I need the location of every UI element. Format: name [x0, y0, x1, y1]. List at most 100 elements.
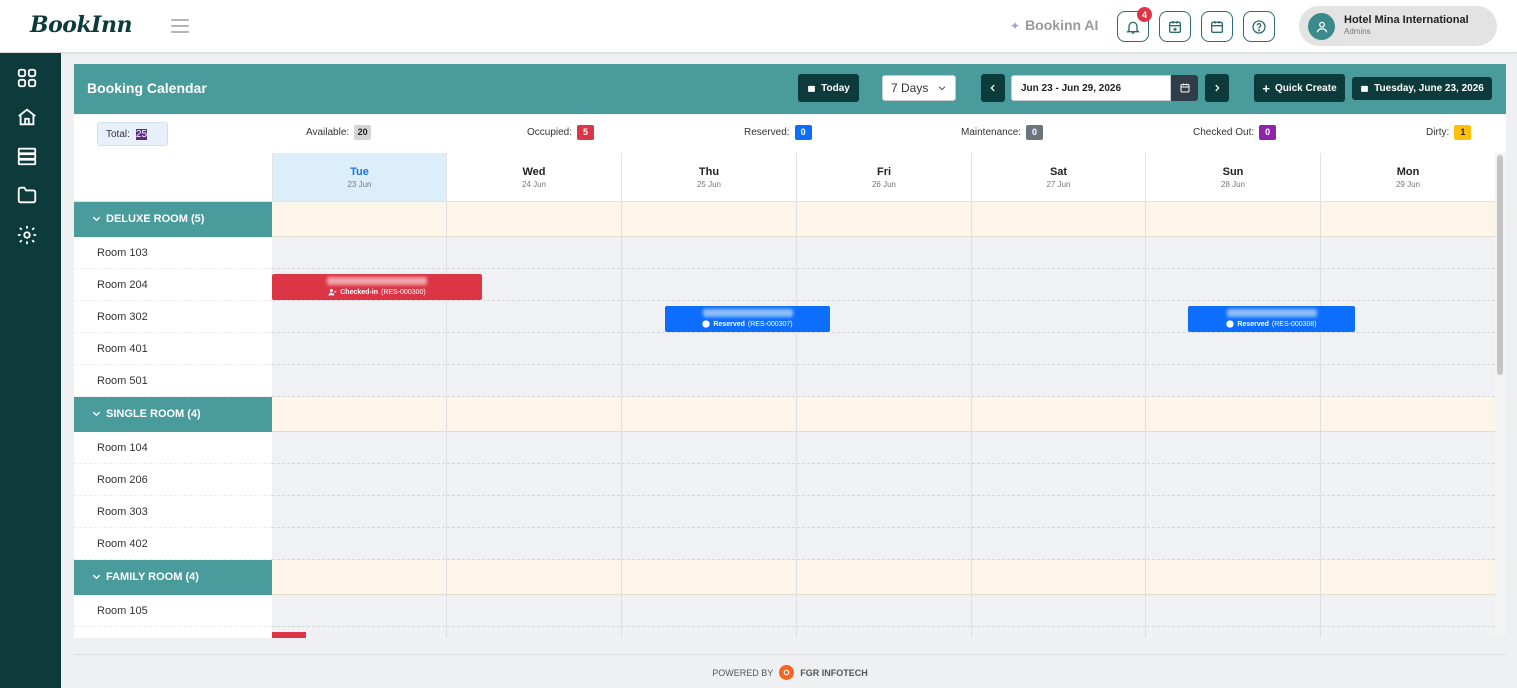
calendar-plus-icon	[1169, 20, 1181, 33]
chevron-down-icon	[92, 574, 101, 580]
room-row-cells[interactable]	[272, 627, 1495, 638]
next-week-button[interactable]	[1205, 74, 1229, 102]
stat-occupied-label: Occupied:	[527, 127, 573, 138]
sidebar	[0, 53, 61, 688]
stat-occupied[interactable]: Occupied: 5	[527, 125, 595, 140]
room-row-cells[interactable]	[272, 333, 1495, 365]
room-label: Room 402	[74, 528, 272, 560]
server-icon	[17, 147, 37, 166]
day-divider	[621, 202, 622, 638]
current-date-button[interactable]: Tuesday, June 23, 2026	[1352, 77, 1492, 100]
room-group-family[interactable]: FAMILY ROOM (4)	[74, 560, 272, 595]
menu-toggle-icon[interactable]	[171, 19, 189, 33]
day-name: Mon	[1396, 166, 1420, 178]
room-row-cells[interactable]	[272, 464, 1495, 496]
help-button[interactable]	[1243, 11, 1275, 42]
range-select[interactable]: 7 Days	[882, 75, 956, 101]
booking-reserved[interactable]: Reserved (RES-000308)	[1188, 306, 1355, 332]
stat-maintenance[interactable]: Maintenance: 0	[961, 125, 1044, 140]
user-menu[interactable]: Hotel Mina International Admins	[1299, 6, 1497, 46]
room-label: Room 104	[74, 432, 272, 464]
day-divider	[446, 202, 447, 638]
stat-checked-out[interactable]: Checked Out: 0	[1193, 125, 1277, 140]
calendar-toolbar: Booking Calendar Today 7 Days Jun 23 - J…	[74, 64, 1506, 114]
add-booking-button[interactable]	[1159, 11, 1191, 42]
booking-ref: (RES-000300)	[380, 288, 426, 296]
quick-create-button[interactable]: + Quick Create	[1254, 74, 1345, 102]
booking-reserved[interactable]: Reserved (RES-000307)	[665, 306, 830, 332]
group-row-cells	[272, 560, 1495, 595]
stats-bar: Total: 25 Available: 20 Occupied: 5 Rese…	[74, 115, 1506, 153]
day-divider	[1145, 202, 1146, 638]
sidebar-item-list[interactable]	[16, 145, 38, 167]
notification-count-badge: 4	[1137, 7, 1152, 22]
day-name: Wed	[522, 166, 546, 178]
user-name: Hotel Mina International	[1344, 14, 1469, 26]
room-row-cells[interactable]	[272, 595, 1495, 627]
day-date: 28 Jun	[1220, 180, 1246, 189]
room-group-single[interactable]: SINGLE ROOM (4)	[74, 397, 272, 432]
clock-icon	[1226, 320, 1235, 328]
room-row-cells[interactable]	[272, 365, 1495, 397]
day-header-sat: Sat 27 Jun	[971, 153, 1145, 202]
calendar-button[interactable]	[1201, 11, 1233, 42]
calendar-scrollbar[interactable]	[1495, 153, 1506, 638]
stat-occupied-badge: 5	[577, 125, 595, 140]
quick-create-label: Quick Create	[1274, 82, 1337, 94]
ai-label: Bookinn AI	[1025, 17, 1099, 33]
date-picker-button[interactable]	[1171, 75, 1198, 101]
booking-status: Reserved	[713, 320, 745, 328]
day-header-tue: Tue 23 Jun	[272, 153, 446, 202]
stat-reserved-label: Reserved:	[744, 127, 790, 138]
today-label: Today	[821, 82, 850, 94]
stat-available[interactable]: Available: 20	[306, 125, 372, 140]
scrollbar-thumb[interactable]	[1497, 155, 1503, 375]
bookinn-ai-link[interactable]: ✦ Bookinn AI	[1010, 17, 1098, 33]
day-name: Sun	[1222, 166, 1244, 178]
stat-total-badge: 25	[135, 128, 148, 140]
bell-icon	[1126, 21, 1140, 34]
group-label-text: FAMILY ROOM (4)	[106, 571, 199, 583]
group-label-text: SINGLE ROOM (4)	[106, 408, 201, 420]
booking-calendar-grid: Tue 23 Jun Wed 24 Jun Thu 25 Jun Fri 26 …	[74, 153, 1495, 638]
day-date: 26 Jun	[871, 180, 897, 189]
stat-dirty-badge: 1	[1454, 125, 1472, 140]
fgr-logo-icon	[779, 665, 795, 680]
day-divider	[796, 202, 797, 638]
day-header-fri: Fri 26 Jun	[796, 153, 971, 202]
sidebar-item-files[interactable]	[16, 184, 38, 206]
prev-week-button[interactable]	[981, 74, 1005, 102]
room-row-cells[interactable]	[272, 432, 1495, 464]
group-row-cells	[272, 397, 1495, 432]
footer: POWERED BY FGR INFOTECH	[74, 654, 1506, 682]
booking-checked-in[interactable]: Checked-in (RES-000300)	[272, 274, 482, 300]
booking-status: Checked-in	[340, 288, 378, 296]
booking-partial[interactable]	[272, 632, 306, 638]
guest-name-redacted	[702, 309, 793, 317]
day-header-wed: Wed 24 Jun	[446, 153, 621, 202]
corner-cell	[74, 153, 272, 202]
user-icon	[1316, 21, 1327, 32]
chevron-left-icon	[990, 84, 995, 92]
room-row-cells[interactable]	[272, 528, 1495, 560]
stat-maintenance-badge: 0	[1026, 125, 1044, 140]
room-row-cells[interactable]	[272, 237, 1495, 269]
stat-available-badge: 20	[354, 125, 372, 140]
stat-reserved[interactable]: Reserved: 0	[744, 125, 812, 140]
calendar-icon	[1180, 83, 1189, 93]
room-group-deluxe[interactable]: DELUXE ROOM (5)	[74, 202, 272, 237]
sparkle-icon: ✦	[1010, 19, 1021, 33]
stat-total[interactable]: Total: 25	[97, 122, 168, 146]
stat-dirty[interactable]: Dirty: 1	[1426, 125, 1472, 140]
sidebar-item-home[interactable]	[16, 106, 38, 128]
room-label: Room 501	[74, 365, 272, 397]
calendar-icon	[808, 85, 816, 92]
today-button[interactable]: Today	[798, 74, 859, 102]
stat-total-label: Total:	[106, 128, 130, 140]
date-range-input[interactable]: Jun 23 - Jun 29, 2026	[1011, 75, 1171, 101]
sidebar-item-settings[interactable]	[16, 224, 38, 246]
room-row-cells[interactable]	[272, 496, 1495, 528]
gear-icon	[17, 225, 37, 245]
app-logo[interactable]: BookInn	[30, 12, 132, 38]
sidebar-item-dashboard[interactable]	[16, 67, 38, 89]
